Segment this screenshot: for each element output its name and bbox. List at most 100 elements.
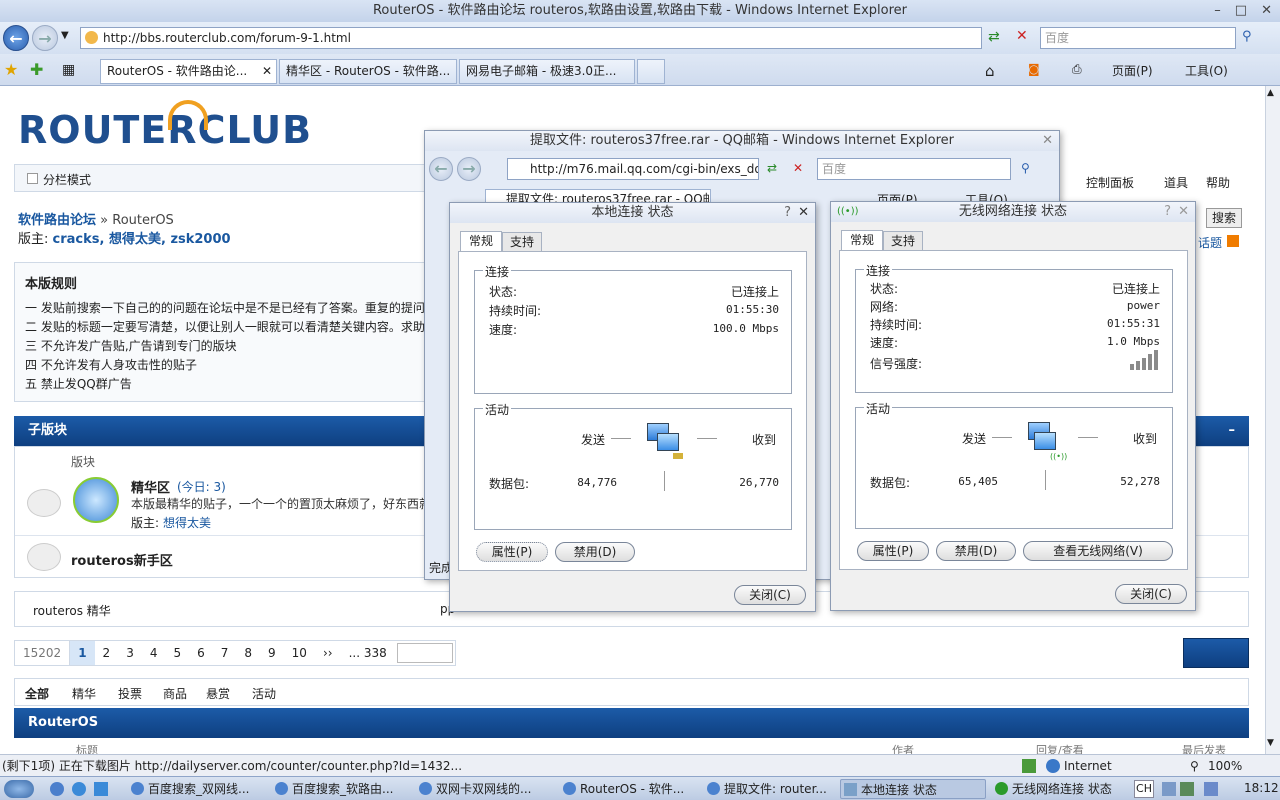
- disable-button[interactable]: 禁用(D): [936, 541, 1016, 561]
- quick-tabs-icon[interactable]: ▦: [62, 62, 75, 78]
- mail-search-icon[interactable]: ⚲: [1021, 161, 1030, 175]
- mail-forward-button[interactable]: →: [457, 157, 481, 181]
- split-mode-checkbox[interactable]: [27, 173, 38, 184]
- maximize-button[interactable]: □: [1235, 0, 1247, 22]
- minimize-button[interactable]: –: [1214, 0, 1221, 22]
- start-button[interactable]: [4, 780, 34, 798]
- mail-window-close[interactable]: ✕: [1042, 131, 1053, 151]
- stop-icon[interactable]: ✕: [1016, 28, 1028, 44]
- pager-link[interactable]: 2: [95, 641, 119, 665]
- zoom-level[interactable]: 100%: [1208, 755, 1242, 777]
- search-icon[interactable]: ⚲: [1242, 29, 1252, 44]
- filter-poll[interactable]: 投票: [118, 685, 142, 702]
- taskbar-item-active[interactable]: 本地连接 状态: [840, 779, 986, 799]
- filter-goods[interactable]: 商品: [163, 685, 187, 702]
- scroll-up-icon[interactable]: ▲: [1267, 88, 1274, 98]
- desktop-quicklaunch-icon[interactable]: [94, 782, 108, 796]
- pager-link[interactable]: 6: [189, 641, 213, 665]
- help-icon[interactable]: ?: [1164, 202, 1171, 222]
- collapse-icon[interactable]: –: [1229, 416, 1236, 446]
- topic-link[interactable]: 话题: [1198, 234, 1222, 251]
- rss-icon[interactable]: ◙: [1028, 62, 1040, 76]
- control-panel-link[interactable]: 控制面板: [1086, 172, 1134, 194]
- add-favorites-icon[interactable]: ✚: [30, 60, 43, 79]
- site-logo[interactable]: ROUTERCLUB: [18, 108, 312, 152]
- mail-stop-icon[interactable]: ✕: [793, 161, 803, 175]
- filter-activity[interactable]: 活动: [252, 685, 276, 702]
- tab-support[interactable]: 支持: [502, 232, 542, 252]
- tab-163-mail[interactable]: 网易电子邮箱 - 极速3.0正...: [459, 59, 635, 84]
- scroll-down-icon[interactable]: ▼: [1267, 738, 1274, 748]
- tab-support[interactable]: 支持: [883, 231, 923, 251]
- mail-refresh-icon[interactable]: ⇄: [767, 161, 777, 175]
- page-scrollbar[interactable]: ▲ ▼: [1265, 86, 1280, 754]
- rss-icon[interactable]: [1227, 235, 1239, 247]
- print-icon[interactable]: ⎙: [1072, 62, 1082, 77]
- ie-quicklaunch-icon[interactable]: [72, 782, 86, 796]
- props-link[interactable]: 道具: [1164, 172, 1188, 194]
- pager-next[interactable]: ››: [315, 641, 341, 665]
- tray-icon[interactable]: [1180, 782, 1194, 796]
- taskbar-item[interactable]: 百度搜索_双网线...: [128, 779, 266, 799]
- search-input[interactable]: 百度: [1040, 27, 1236, 49]
- back-button[interactable]: ←: [3, 25, 29, 51]
- zoom-icon[interactable]: ⚲: [1190, 755, 1199, 777]
- disable-button[interactable]: 禁用(D): [555, 542, 635, 562]
- pager-last[interactable]: ... 338: [341, 641, 395, 665]
- pager-link[interactable]: 7: [213, 641, 237, 665]
- close-tab-icon[interactable]: ✕: [262, 60, 272, 83]
- subforum-jinghua-link[interactable]: 精华区: [131, 477, 170, 496]
- help-icon[interactable]: ?: [784, 203, 791, 223]
- tab-general[interactable]: 常规: [841, 230, 883, 251]
- moderator-links[interactable]: cracks, 想得太美, zsk2000: [53, 232, 231, 247]
- help-link[interactable]: 帮助: [1206, 172, 1230, 194]
- tools-menu[interactable]: 工具(O): [1185, 62, 1228, 79]
- home-icon[interactable]: ⌂: [985, 62, 995, 80]
- taskbar-item[interactable]: 无线网络连接 状态: [992, 779, 1124, 799]
- close-button[interactable]: 关闭(C): [1115, 584, 1187, 604]
- history-dropdown-icon[interactable]: ▼: [61, 30, 69, 41]
- tray-icon[interactable]: [1162, 782, 1176, 796]
- tab-routeros[interactable]: RouterOS - 软件路由论... ✕: [100, 59, 277, 84]
- new-tab-button[interactable]: [637, 59, 665, 84]
- tags-left[interactable]: routeros 精华: [33, 602, 111, 619]
- mail-address-bar[interactable]: http://m76.mail.qq.com/cgi-bin/exs_downl…: [507, 158, 759, 180]
- pager-link[interactable]: 4: [142, 641, 166, 665]
- subforum-newbie-link[interactable]: routeros新手区: [71, 550, 173, 569]
- close-icon[interactable]: ✕: [1178, 202, 1189, 222]
- forward-button[interactable]: →: [32, 25, 58, 51]
- search-button[interactable]: 搜索: [1206, 208, 1242, 228]
- tab-jinghua[interactable]: 精华区 - RouterOS - 软件路...: [279, 59, 457, 84]
- mail-back-button[interactable]: ←: [429, 157, 453, 181]
- pager-link[interactable]: 10: [284, 641, 315, 665]
- clock[interactable]: 18:12: [1244, 781, 1279, 795]
- moderator-link[interactable]: 想得太美: [163, 514, 211, 531]
- pager-link[interactable]: 5: [165, 641, 189, 665]
- taskbar-item[interactable]: 提取文件: router...: [704, 779, 832, 799]
- properties-button[interactable]: 属性(P): [857, 541, 929, 561]
- pager-link[interactable]: 3: [118, 641, 142, 665]
- refresh-icon[interactable]: ⇄: [988, 29, 1000, 45]
- new-post-button[interactable]: [1183, 638, 1249, 668]
- language-indicator[interactable]: CH: [1134, 780, 1154, 798]
- mail-search-input[interactable]: 百度: [817, 158, 1011, 180]
- properties-button[interactable]: 属性(P): [476, 542, 548, 562]
- close-icon[interactable]: ✕: [798, 203, 809, 223]
- view-wireless-button[interactable]: 查看无线网络(V): [1023, 541, 1173, 561]
- address-bar[interactable]: http://bbs.routerclub.com/forum-9-1.html: [80, 27, 982, 49]
- taskbar-item[interactable]: RouterOS - 软件...: [560, 779, 698, 799]
- pager-link[interactable]: 8: [236, 641, 260, 665]
- filter-digest[interactable]: 精华: [72, 685, 96, 702]
- filter-reward[interactable]: 悬赏: [206, 685, 230, 702]
- close-button[interactable]: ✕: [1261, 0, 1272, 22]
- split-mode-label[interactable]: 分栏模式: [43, 171, 91, 188]
- filter-all[interactable]: 全部: [25, 685, 49, 702]
- tab-general[interactable]: 常规: [460, 231, 502, 252]
- taskbar-item[interactable]: 双网卡双网线的...: [416, 779, 554, 799]
- pager-current[interactable]: 1: [70, 641, 95, 665]
- taskbar-item[interactable]: 百度搜索_软路由...: [272, 779, 410, 799]
- favorites-star-icon[interactable]: ★: [4, 60, 18, 79]
- page-menu[interactable]: 页面(P): [1112, 62, 1153, 79]
- tray-network-icon[interactable]: [1204, 782, 1218, 796]
- pager-link[interactable]: 9: [260, 641, 284, 665]
